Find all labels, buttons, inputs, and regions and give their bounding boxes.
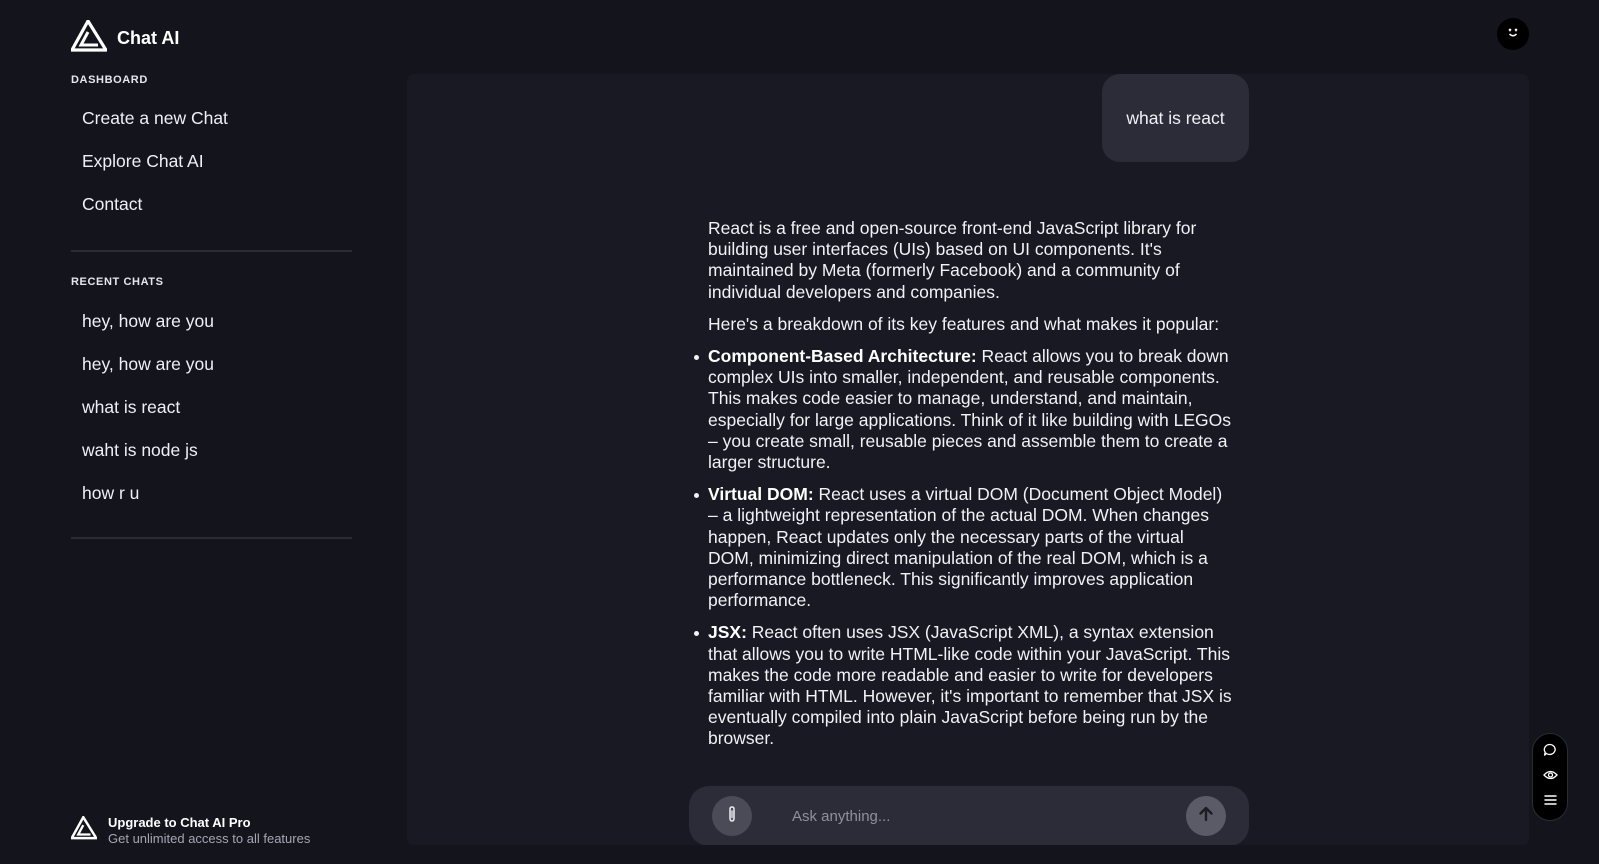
recent-chat-item[interactable]: hey, how are you [71, 343, 352, 386]
user-avatar[interactable] [1497, 18, 1529, 50]
upgrade-title: Upgrade to Chat AI Pro [108, 815, 251, 830]
triangle-logo-icon [69, 17, 109, 57]
message-composer [689, 786, 1249, 845]
feature-text: React often uses JSX (JavaScript XML), a… [708, 622, 1232, 749]
sidebar-divider [71, 537, 352, 539]
user-message-text: what is react [1126, 107, 1225, 128]
upgrade-pro-button[interactable]: Upgrade to Chat AI Pro Get unlimited acc… [69, 814, 311, 846]
feature-term: Virtual DOM: [708, 484, 814, 505]
feature-term: Component-Based Architecture: [708, 346, 977, 367]
sidebar: Chat AI DASHBOARD Create a new Chat Expl… [0, 0, 390, 864]
chat-panel: what is react React is a free and open-s… [407, 74, 1529, 845]
smiley-face-icon [1505, 24, 1521, 45]
arrow-up-icon [1197, 805, 1215, 828]
app-title: Chat AI [117, 28, 180, 48]
sidebar-divider [71, 250, 352, 252]
list-item: JSX: React often uses JSX (JavaScript XM… [694, 622, 1233, 749]
list-item: Virtual DOM: React uses a virtual DOM (D… [694, 484, 1233, 611]
recent-chat-item[interactable]: what is react [71, 386, 352, 429]
recent-chat-item[interactable]: hey, how are you [71, 300, 352, 343]
message-input[interactable] [792, 802, 1162, 830]
chat-bubble-icon [1543, 743, 1557, 762]
recent-chat-item[interactable]: how r u [71, 472, 352, 515]
triangle-logo-icon [69, 814, 99, 845]
nav-contact[interactable]: Contact [71, 183, 352, 226]
send-button[interactable] [1186, 796, 1226, 836]
chat-bubble-button[interactable] [1539, 741, 1561, 763]
paperclip-icon [724, 805, 740, 828]
answer-intro: React is a free and open-source front-en… [708, 218, 1197, 302]
recent-chats-list: hey, how are you hey, how are you what i… [71, 300, 352, 515]
upgrade-subtitle: Get unlimited access to all features [108, 831, 311, 846]
feature-term: JSX: [708, 622, 747, 643]
recent-chat-item[interactable]: waht is node js [71, 429, 352, 472]
assistant-answer: React is a free and open-source front-en… [694, 218, 1233, 761]
nav-explore-chat-ai[interactable]: Explore Chat AI [71, 140, 352, 183]
eye-button[interactable] [1539, 766, 1561, 788]
floating-toolbar [1532, 733, 1568, 821]
menu-icon [1543, 793, 1557, 811]
nav-create-chat[interactable]: Create a new Chat [71, 97, 352, 140]
feature-list: Component-Based Architecture: React allo… [694, 346, 1233, 750]
eye-icon [1542, 768, 1558, 786]
recent-chats-label: RECENT CHATS [71, 276, 164, 288]
menu-button[interactable] [1539, 791, 1561, 813]
dashboard-label: DASHBOARD [71, 74, 148, 86]
brand[interactable]: Chat AI [69, 17, 180, 57]
user-message-bubble: what is react [1102, 74, 1249, 162]
answer-lead: Here's a breakdown of its key features a… [708, 313, 1220, 334]
scroll-fade [697, 760, 1257, 778]
list-item: Component-Based Architecture: React allo… [694, 346, 1233, 473]
dashboard-nav: Create a new Chat Explore Chat AI Contac… [71, 97, 352, 226]
attach-button[interactable] [712, 796, 752, 836]
